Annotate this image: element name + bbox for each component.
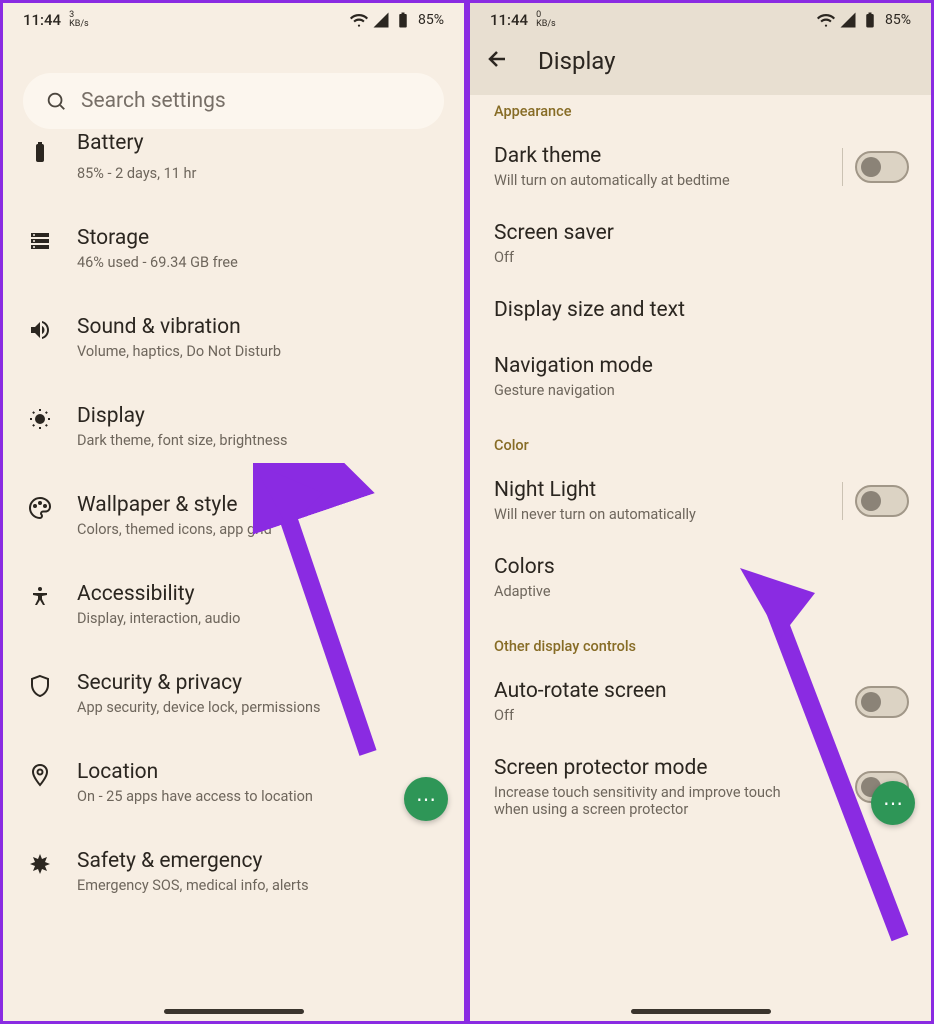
settings-item-storage[interactable]: Storage46% used - 69.34 GB free — [3, 204, 464, 293]
settings-item-safety[interactable]: Safety & emergencyEmergency SOS, medical… — [3, 827, 464, 916]
status-icons: 85% — [350, 11, 444, 29]
page-title: Display — [538, 47, 616, 75]
row-dark-theme[interactable]: Dark theme Will turn on automatically at… — [470, 128, 931, 205]
wifi-icon — [350, 11, 368, 29]
setting-sub: 85% - 2 days, 11 hr — [77, 165, 196, 182]
battery-icon — [861, 11, 879, 29]
section-color: Color — [470, 415, 931, 462]
display-icon — [27, 406, 53, 432]
phone-settings-main: 11:44 3KB/s 85% Search settings Battery … — [0, 0, 467, 1024]
setting-title: Battery — [77, 133, 196, 155]
location-icon — [27, 762, 53, 788]
status-bar: 11:44 3KB/s 85% — [3, 3, 464, 33]
settings-item-sound[interactable]: Sound & vibrationVolume, haptics, Do Not… — [3, 293, 464, 382]
row-display-size[interactable]: Display size and text — [470, 282, 931, 338]
palette-icon — [27, 495, 53, 521]
sound-icon — [27, 317, 53, 343]
status-net-speed: 3KB/s — [69, 11, 89, 29]
row-night-light[interactable]: Night Light Will never turn on automatic… — [470, 462, 931, 539]
settings-list[interactable]: Battery 85% - 2 days, 11 hr Storage46% u… — [3, 133, 464, 1021]
display-settings-list[interactable]: Appearance Dark theme Will turn on autom… — [470, 95, 931, 1021]
search-placeholder: Search settings — [81, 89, 226, 113]
status-time: 11:44 — [23, 11, 61, 29]
row-screen-saver[interactable]: Screen saver Off — [470, 205, 931, 282]
settings-item-battery[interactable]: Battery 85% - 2 days, 11 hr — [3, 133, 464, 204]
emergency-icon — [27, 851, 53, 877]
storage-icon — [27, 228, 53, 254]
row-navigation-mode[interactable]: Navigation mode Gesture navigation — [470, 338, 931, 415]
settings-item-accessibility[interactable]: AccessibilityDisplay, interaction, audio — [3, 560, 464, 649]
section-appearance: Appearance — [470, 95, 931, 128]
shield-icon — [27, 673, 53, 699]
toggle-dark-theme[interactable] — [855, 151, 909, 183]
back-button[interactable] — [486, 47, 510, 75]
fab-button[interactable]: ⋯ — [404, 777, 448, 821]
row-auto-rotate[interactable]: Auto-rotate screen Off — [470, 663, 931, 740]
battery-icon — [27, 139, 53, 165]
search-field[interactable]: Search settings — [23, 73, 444, 129]
phone-display-settings: 11:44 0KB/s 85% Display Appearance Dark … — [467, 0, 934, 1024]
settings-item-security[interactable]: Security & privacyApp security, device l… — [3, 649, 464, 738]
wifi-icon — [817, 11, 835, 29]
row-screen-protector[interactable]: Screen protector mode Increase touch sen… — [470, 740, 931, 834]
signal-icon — [839, 11, 857, 29]
battery-percent: 85% — [418, 12, 444, 28]
fab-button[interactable]: ⋯ — [871, 781, 915, 825]
settings-item-location[interactable]: LocationOn - 25 apps have access to loca… — [3, 738, 464, 827]
gesture-bar[interactable] — [164, 1009, 304, 1014]
settings-item-wallpaper[interactable]: Wallpaper & styleColors, themed icons, a… — [3, 471, 464, 560]
settings-item-display[interactable]: DisplayDark theme, font size, brightness — [3, 382, 464, 471]
row-colors[interactable]: Colors Adaptive — [470, 539, 931, 616]
gesture-bar[interactable] — [631, 1009, 771, 1014]
signal-icon — [372, 11, 390, 29]
status-bar: 11:44 0KB/s 85% — [470, 3, 931, 33]
toggle-auto-rotate[interactable] — [855, 686, 909, 718]
battery-icon — [394, 11, 412, 29]
search-icon — [45, 90, 67, 112]
toggle-night-light[interactable] — [855, 485, 909, 517]
section-other: Other display controls — [470, 616, 931, 663]
accessibility-icon — [27, 584, 53, 610]
